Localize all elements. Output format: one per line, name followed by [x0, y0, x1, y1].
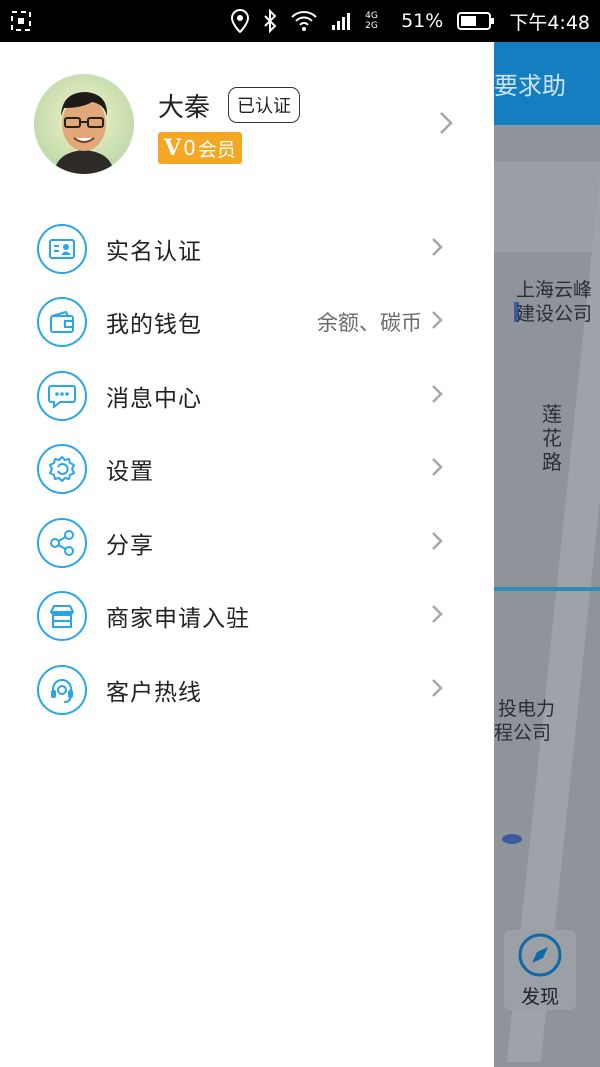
chevron-right-icon: [430, 603, 444, 629]
menu-label: 消息中心: [106, 385, 202, 412]
status-bar: 4G 2G 51% 下午4:48: [0, 0, 600, 42]
menu-label: 分享: [106, 532, 154, 559]
vip-badge: V 0 会员: [158, 132, 242, 164]
vip-level: 0: [183, 136, 196, 160]
compass-icon: [518, 933, 562, 976]
chevron-right-icon: [430, 383, 444, 409]
map-label-company2-line2: 程公司: [494, 722, 552, 744]
map-label-company1-line1: 上海云峰: [516, 279, 593, 301]
map-label-road: 莲花路: [542, 402, 562, 474]
discover-label: 发现: [520, 985, 559, 1008]
map-label-company1-line2: 建设公司: [516, 303, 593, 325]
battery-icon: [457, 11, 495, 31]
bluetooth-icon: [263, 9, 277, 33]
menu-label: 实名认证: [106, 238, 202, 265]
menu-label: 商家申请入驻: [106, 606, 250, 633]
chevron-right-icon: [430, 236, 444, 262]
battery-percent: 51%: [401, 10, 444, 32]
vip-text: 会员: [197, 138, 236, 161]
help-header[interactable]: 我要求助: [494, 42, 600, 125]
shop-icon: [37, 591, 87, 642]
message-icon: [37, 370, 87, 421]
chevron-right-icon: [430, 456, 444, 482]
headset-icon: [37, 664, 87, 715]
network-type-label: 4G 2G: [365, 11, 378, 31]
vip-v-mark: V: [164, 135, 182, 161]
signal-icon: [331, 11, 351, 31]
wallet-extra-text: 余额、碳币: [317, 311, 422, 336]
verified-badge: 已认证: [228, 87, 300, 123]
menu-item-real-name[interactable]: 实名认证: [0, 212, 494, 286]
wifi-icon: [291, 10, 317, 32]
help-header-text: 我要求助: [494, 72, 566, 100]
avatar[interactable]: [34, 74, 134, 174]
chevron-right-icon: [430, 677, 444, 703]
map-background[interactable]: 我要求助 上海云峰 建设公司 莲花路 投电力 程公司 发现: [494, 42, 600, 1067]
chevron-right-icon: [438, 110, 454, 140]
discover-button[interactable]: 发现: [504, 930, 576, 1010]
share-icon: [37, 517, 87, 568]
gear-icon: [37, 444, 87, 495]
chevron-right-icon: [430, 530, 444, 556]
menu-item-hotline[interactable]: 客户热线: [0, 653, 494, 727]
menu-label: 客户热线: [106, 679, 202, 706]
wallet-icon: [37, 297, 87, 348]
id-card-icon: [37, 223, 87, 274]
navigation-drawer: 大秦 已认证 V 0 会员 实名认证 我的钱包 余额、碳币 消息中心 设置 分享…: [0, 42, 494, 1067]
map-label-company2-line1: 投电力: [498, 698, 556, 720]
menu-item-merchant-apply[interactable]: 商家申请入驻: [0, 580, 494, 654]
menu-item-share[interactable]: 分享: [0, 506, 494, 580]
location-icon: [231, 9, 250, 33]
menu-item-settings[interactable]: 设置: [0, 433, 494, 507]
menu-item-wallet[interactable]: 我的钱包 余额、碳币: [0, 286, 494, 360]
profile-section[interactable]: 大秦 已认证 V 0 会员: [0, 42, 494, 202]
screenshot-icon: [10, 10, 32, 32]
clock: 下午4:48: [509, 11, 590, 34]
user-name: 大秦: [158, 93, 211, 123]
menu-label: 我的钱包: [106, 312, 202, 339]
drawer-menu: 实名认证 我的钱包 余额、碳币 消息中心 设置 分享 商家申请入驻 客户热线: [0, 212, 494, 727]
menu-label: 设置: [106, 459, 154, 486]
menu-item-messages[interactable]: 消息中心: [0, 359, 494, 433]
chevron-right-icon: [430, 309, 444, 335]
